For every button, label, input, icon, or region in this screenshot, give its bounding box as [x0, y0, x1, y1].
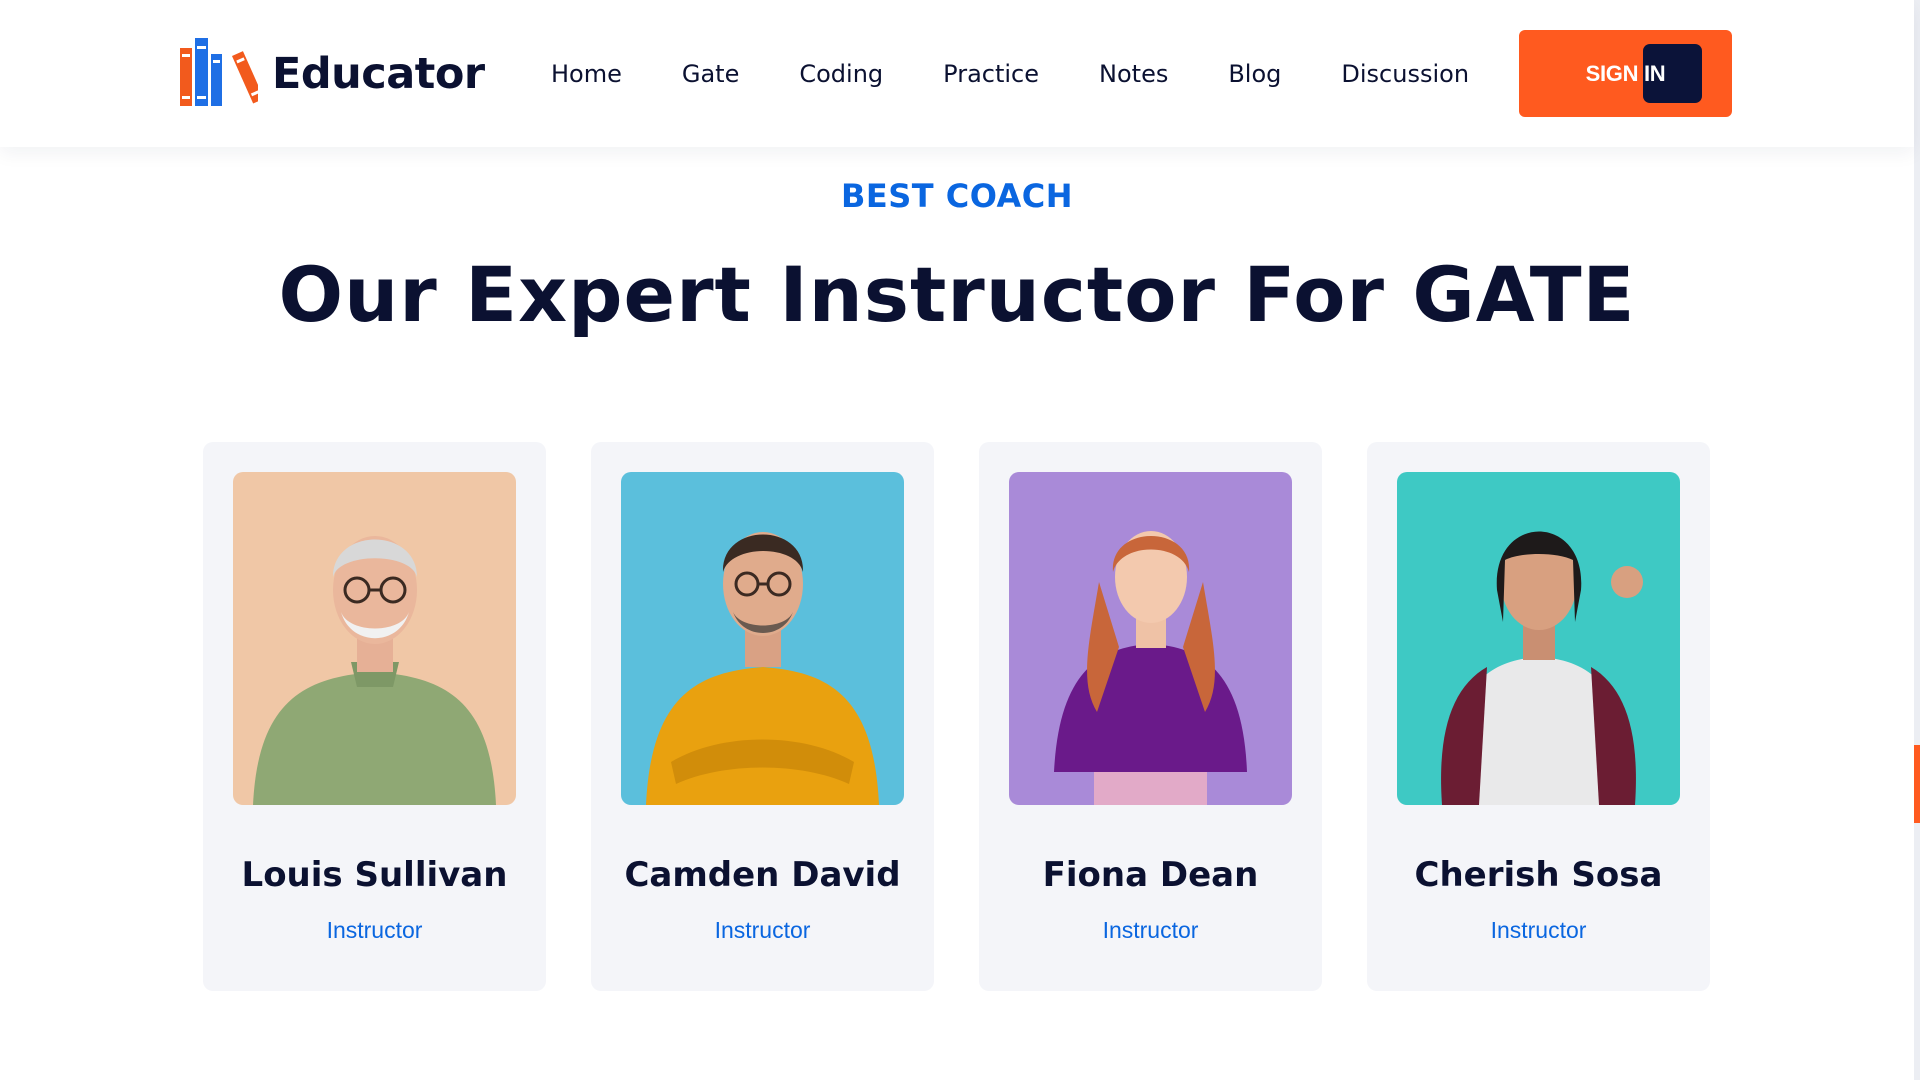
section-eyebrow: BEST COACH — [840, 177, 1074, 215]
instructor-card[interactable]: Cherish Sosa Instructor — [1367, 442, 1710, 991]
nav-gate[interactable]: Gate — [682, 60, 739, 88]
instructor-role: Instructor — [326, 917, 423, 943]
instructor-role: Instructor — [1102, 917, 1199, 943]
instructor-photo — [621, 472, 904, 805]
nav-blog[interactable]: Blog — [1228, 60, 1281, 88]
books-logo-icon — [180, 38, 258, 106]
instructor-role: Instructor — [1490, 917, 1587, 943]
nav-notes[interactable]: Notes — [1099, 60, 1168, 88]
portrait-image — [1397, 472, 1680, 805]
instructor-name: Fiona Dean — [1042, 855, 1259, 895]
nav-coding[interactable]: Coding — [799, 60, 883, 88]
logo-text: Educator — [272, 49, 485, 99]
instructor-name: Cherish Sosa — [1414, 855, 1663, 895]
nav-practice[interactable]: Practice — [943, 60, 1039, 88]
sign-in-label: SIGN IN — [1585, 60, 1666, 86]
section-title: Our Expert Instructor For GATE — [278, 250, 1636, 339]
instructor-photo — [233, 472, 516, 805]
nav-discussion[interactable]: Discussion — [1341, 60, 1469, 88]
instructor-list: Louis Sullivan Instructor Camden David I… — [203, 442, 1710, 991]
instructor-card[interactable]: Louis Sullivan Instructor — [203, 442, 546, 991]
main-nav: Home Gate Coding Practice Notes Blog Dis… — [551, 58, 1469, 90]
instructor-photo — [1397, 472, 1680, 805]
site-header: Educator Home Gate Coding Practice Notes… — [0, 0, 1914, 147]
instructor-card[interactable]: Fiona Dean Instructor — [979, 442, 1322, 991]
portrait-image — [233, 472, 516, 805]
portrait-image — [621, 472, 904, 805]
instructor-photo — [1009, 472, 1292, 805]
scrollbar-thumb[interactable] — [1914, 745, 1920, 823]
page-scrollbar[interactable] — [1914, 0, 1920, 1080]
instructor-name: Camden David — [624, 855, 901, 895]
instructor-card[interactable]: Camden David Instructor — [591, 442, 934, 991]
site-logo[interactable]: Educator — [180, 38, 485, 110]
nav-home[interactable]: Home — [551, 60, 622, 88]
instructor-name: Louis Sullivan — [241, 855, 508, 895]
portrait-image — [1009, 472, 1292, 805]
instructor-role: Instructor — [714, 917, 811, 943]
sign-in-button[interactable]: SIGN IN — [1519, 30, 1732, 117]
